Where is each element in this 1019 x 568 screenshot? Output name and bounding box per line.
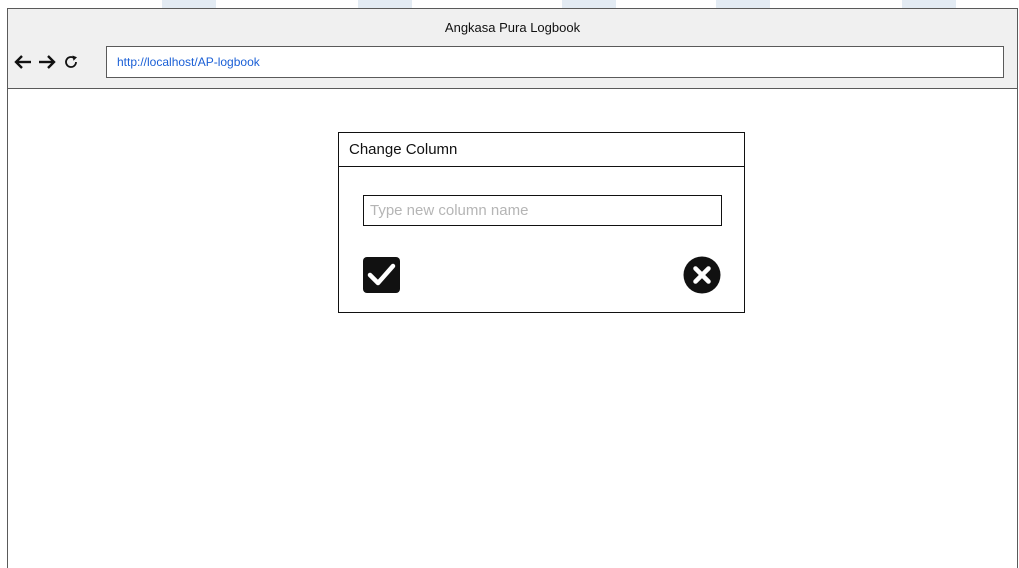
dialog-title: Change Column [349, 141, 458, 158]
column-name-input[interactable] [363, 195, 722, 226]
url-bar[interactable]: http://localhost/AP-logbook [106, 46, 1004, 78]
dialog-header: Change Column [339, 133, 744, 167]
reload-icon[interactable] [60, 46, 82, 78]
window-titlebar: Angkasa Pura Logbook [8, 9, 1017, 46]
checkbox-check-icon [363, 257, 400, 293]
confirm-button[interactable] [363, 257, 400, 293]
url-text: http://localhost/AP-logbook [117, 55, 260, 69]
window-title: Angkasa Pura Logbook [444, 20, 581, 35]
navigation-bar: http://localhost/AP-logbook [8, 46, 1017, 89]
arrow-right-icon[interactable] [36, 46, 58, 78]
close-circle-icon [683, 256, 721, 294]
cancel-button[interactable] [683, 256, 721, 294]
change-column-dialog: Change Column [338, 132, 745, 313]
arrow-left-icon[interactable] [12, 46, 34, 78]
